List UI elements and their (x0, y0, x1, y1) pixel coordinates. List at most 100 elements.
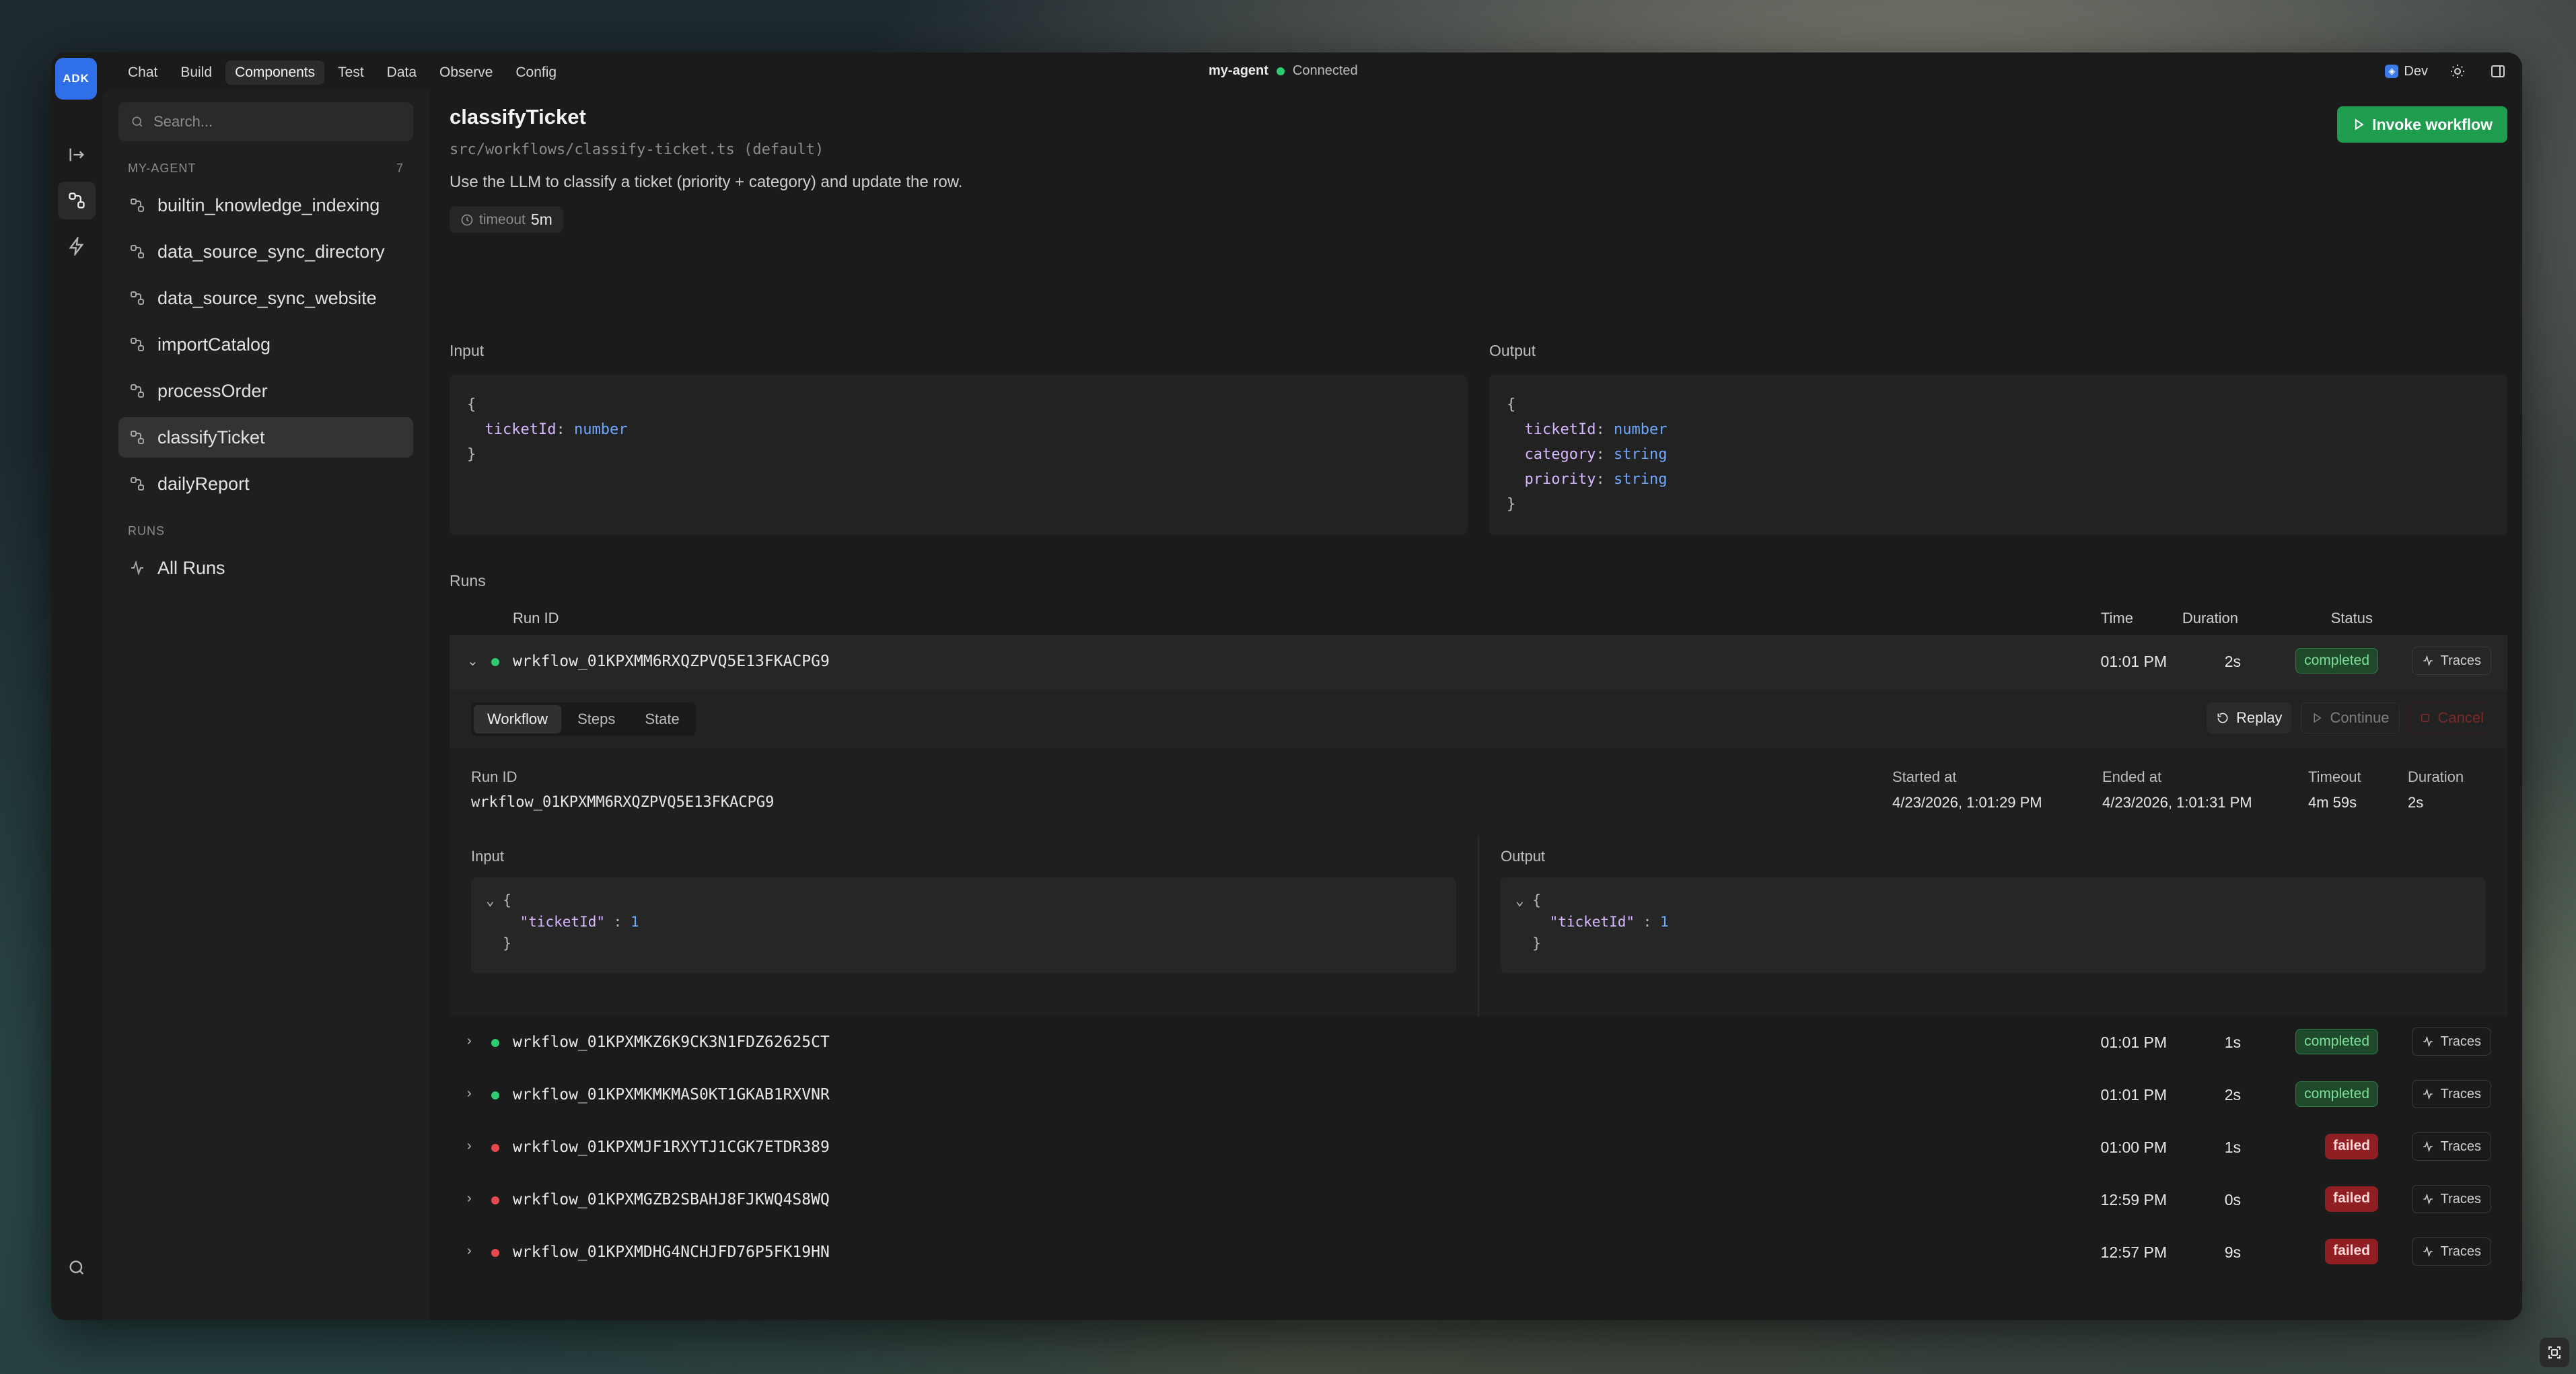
chevron-right-icon[interactable]: › (467, 1243, 472, 1259)
sidebar-item-label: importCatalog (157, 334, 271, 355)
search-box[interactable] (118, 102, 413, 141)
nav-chat[interactable]: Chat (118, 61, 167, 85)
status-dot (491, 1039, 499, 1047)
runs-table: Run ID Time Duration Status ⌄ wrkflow_01… (450, 602, 2507, 1278)
page-title: classifyTicket (450, 105, 586, 129)
search-input[interactable] (153, 113, 401, 131)
table-row[interactable]: ⌄ wrkflow_01KPXMM6RXQZPVQ5E13FKACPG9 01:… (450, 635, 2507, 690)
output-label: Output (1489, 342, 1536, 359)
sidebar-item-label: data_source_sync_directory (157, 241, 385, 262)
panel-toggle-icon[interactable] (2487, 61, 2509, 82)
output-schema: Output { ticketId: number category: stri… (1489, 342, 2507, 535)
ended-value: 4/23/2026, 1:01:31 PM (2102, 794, 2252, 811)
collapse-toggle-icon[interactable]: ⌄ (1515, 892, 1524, 908)
sidebar-item-process-order[interactable]: processOrder (118, 371, 413, 411)
traces-button[interactable]: Traces (2411, 1185, 2491, 1213)
timeout-value: 5m (530, 211, 552, 228)
traces-label: Traces (2440, 653, 2481, 668)
sidebar-item-label: builtin_knowledge_indexing (157, 194, 380, 215)
table-row[interactable]: › wrkflow_01KPXMDHG4NCHJFD76P5FK19HN 12:… (450, 1226, 2507, 1278)
nav-components[interactable]: Components (225, 61, 325, 85)
table-row[interactable]: › wrkflow_01KPXMKZ6K9CK3N1FDZ62625CT 01:… (450, 1016, 2507, 1069)
theme-toggle-icon[interactable] (2447, 61, 2468, 82)
cancel-icon (2421, 714, 2429, 722)
traces-button[interactable]: Traces (2411, 1237, 2491, 1266)
run-time: 01:00 PM (2100, 1138, 2167, 1156)
status-dot (491, 1144, 499, 1152)
tab-steps[interactable]: Steps (564, 705, 629, 733)
sidebar-item-import-catalog[interactable]: importCatalog (118, 324, 413, 365)
status-badge: completed (2295, 1081, 2378, 1107)
collapse-toggle-icon[interactable]: ⌄ (486, 892, 495, 908)
run-id: wrkflow_01KPXMDHG4NCHJFD76P5FK19HN (513, 1243, 830, 1261)
traces-label: Traces (2440, 1138, 2481, 1154)
table-row[interactable]: › wrkflow_01KPXMJF1RXYTJ1CGK7ETDR389 01:… (450, 1121, 2507, 1173)
sidebar-item-label: All Runs (157, 557, 225, 578)
run-id: wrkflow_01KPXMJF1RXYTJ1CGK7ETDR389 (513, 1138, 830, 1156)
table-row[interactable]: › wrkflow_01KPXMGZB2SBAHJ8FJKWQ4S8WQ 12:… (450, 1173, 2507, 1226)
chevron-right-icon[interactable]: › (467, 1086, 472, 1101)
status-badge: failed (2325, 1134, 2378, 1159)
tab-workflow[interactable]: Workflow (474, 705, 562, 733)
traces-button[interactable]: Traces (2411, 1027, 2491, 1056)
replay-button[interactable]: Replay (2206, 702, 2292, 733)
run-output: Output ⌄ { "ticketId" : 1 } (1478, 836, 2507, 1016)
json-value: 1 (1659, 914, 1669, 930)
traces-button[interactable]: Traces (2411, 1132, 2491, 1161)
run-input-json: ⌄ { "ticketId" : 1 } (471, 877, 1456, 973)
sidebar-item-builtin-knowledge-indexing[interactable]: builtin_knowledge_indexing (118, 185, 413, 225)
table-row[interactable]: › wrkflow_01KPXMKMKMAS0KT1GKAB1RXVNR 01:… (450, 1069, 2507, 1121)
sidebar-item-all-runs[interactable]: All Runs (118, 548, 413, 588)
app-window: Chat Build Components Test Data Observe … (51, 52, 2522, 1320)
run-actions: Replay Continue Cancel (2206, 702, 2494, 733)
sidebar-item-daily-report[interactable]: dailyReport (118, 464, 413, 504)
search-icon (132, 116, 143, 127)
traces-label: Traces (2440, 1034, 2481, 1049)
tab-state[interactable]: State (631, 705, 692, 733)
env-selector[interactable]: ◈ Dev (2385, 64, 2428, 79)
screenshot-tool-icon[interactable] (2540, 1338, 2569, 1367)
sidebar-item-data-source-sync-website[interactable]: data_source_sync_website (118, 278, 413, 318)
run-time: 12:59 PM (2100, 1191, 2167, 1208)
chevron-down-icon[interactable]: ⌄ (467, 653, 478, 670)
continue-button[interactable]: Continue (2301, 702, 2400, 733)
activity-icon (2423, 1036, 2433, 1048)
chevron-right-icon[interactable]: › (467, 1191, 472, 1206)
traces-button[interactable]: Traces (2411, 1080, 2491, 1108)
run-duration: 9s (2224, 1243, 2241, 1261)
chevron-right-icon[interactable]: › (467, 1138, 472, 1154)
search-icon[interactable] (58, 1249, 96, 1287)
workflow-path: src/workflows/classify-ticket.ts (defaul… (450, 141, 824, 158)
nav-test[interactable]: Test (328, 61, 373, 85)
workflow-list: builtin_knowledge_indexing data_source_s… (118, 185, 413, 504)
app-logo[interactable]: ADK (55, 58, 97, 100)
run-id-value: wrkflow_01KPXMM6RXQZPVQ5E13FKACPG9 (471, 794, 775, 811)
status-badge: completed (2295, 648, 2378, 674)
status-badge: completed (2295, 1029, 2378, 1054)
run-time: 01:01 PM (2100, 653, 2167, 670)
schema-type: string (1613, 471, 1668, 488)
nav-data[interactable]: Data (378, 61, 426, 85)
schema-key: category (1524, 446, 1596, 463)
sidebar-item-data-source-sync-directory[interactable]: data_source_sync_directory (118, 231, 413, 272)
collapse-icon[interactable] (58, 136, 96, 174)
nav-build[interactable]: Build (171, 61, 221, 85)
input-label: Input (450, 342, 485, 359)
cancel-button[interactable]: Cancel (2408, 702, 2494, 733)
sidebar-item-classify-ticket[interactable]: classifyTicket (118, 417, 413, 458)
table-header: Run ID Time Duration Status (450, 602, 2507, 635)
run-duration: 1s (2224, 1138, 2241, 1156)
json-value: 1 (630, 914, 639, 930)
started-label: Started at (1892, 768, 1957, 785)
traces-button[interactable]: Traces (2411, 647, 2491, 675)
json-key: "ticketId" (1549, 914, 1635, 930)
nav-observe[interactable]: Observe (430, 61, 502, 85)
invoke-workflow-button[interactable]: Invoke workflow (2337, 106, 2507, 143)
nav-config[interactable]: Config (506, 61, 566, 85)
lightning-icon[interactable] (58, 227, 96, 265)
run-detail-panel: Workflow Steps State Replay Continue Can… (450, 690, 2507, 1016)
detail-toolbar: Workflow Steps State Replay Continue Can… (450, 690, 2507, 748)
workflows-icon[interactable] (58, 182, 96, 219)
chevron-right-icon[interactable]: › (467, 1034, 472, 1049)
run-output-json: ⌄ { "ticketId" : 1 } (1501, 877, 2486, 973)
